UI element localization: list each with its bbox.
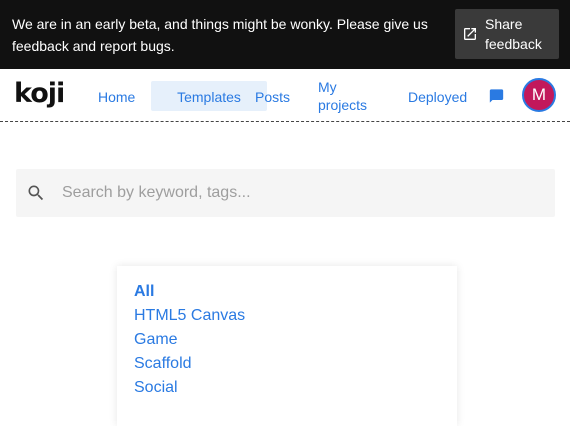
category-filter-card: All HTML5 Canvas Game Scaffold Social [117, 266, 457, 426]
nav-posts[interactable]: Posts [255, 88, 290, 106]
nav-templates[interactable]: Templates [151, 81, 267, 111]
chat-bubble-icon[interactable] [488, 88, 505, 104]
category-all[interactable]: All [134, 280, 245, 304]
nav-deployed[interactable]: Deployed [408, 88, 467, 106]
nav-my-projects[interactable]: My projects [318, 78, 378, 114]
search-bar [16, 169, 555, 217]
share-feedback-button[interactable]: Share feedback [455, 9, 559, 59]
category-game[interactable]: Game [134, 328, 245, 352]
beta-message: We are in an early beta, and things migh… [12, 16, 428, 54]
search-icon [28, 185, 44, 201]
external-link-icon [464, 28, 476, 40]
category-list: All HTML5 Canvas Game Scaffold Social [134, 280, 245, 400]
share-feedback-label: Share feedback [485, 16, 542, 52]
category-scaffold[interactable]: Scaffold [134, 352, 245, 376]
category-html5-canvas[interactable]: HTML5 Canvas [134, 304, 245, 328]
top-navbar: koji Home Templates Posts My projects De… [0, 69, 570, 122]
user-avatar[interactable]: M [522, 78, 556, 112]
koji-logo[interactable]: koji [14, 79, 65, 109]
category-social[interactable]: Social [134, 376, 245, 400]
search-input[interactable] [62, 169, 542, 217]
nav-home[interactable]: Home [98, 88, 135, 106]
beta-banner: We are in an early beta, and things migh… [0, 0, 570, 69]
